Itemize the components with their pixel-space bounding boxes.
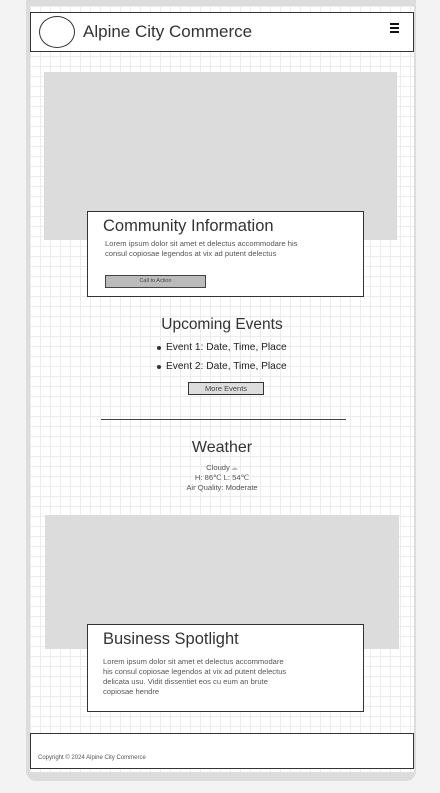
weather-temps: H: 86℃ L: 54℃ xyxy=(194,473,250,482)
event-item[interactable]: Event 1: Date, Time, Place xyxy=(156,342,287,361)
community-info-card: Community Information Lorem ipsum dolor … xyxy=(87,211,364,297)
community-info-text: Lorem ipsum dolor sit amet et delectus a… xyxy=(105,239,298,258)
copyright-text: Copyright © 2024 Alpine City Commerce xyxy=(38,755,146,761)
weather-condition-text: Cloudy xyxy=(206,463,230,472)
page-canvas: Alpine City Commerce Community Informati… xyxy=(30,6,414,772)
weather-title: Weather xyxy=(191,439,253,456)
event-list: Event 1: Date, Time, Place Event 2: Date… xyxy=(156,342,287,380)
section-divider xyxy=(101,419,346,420)
weather-air-quality: Air Quality: Moderate xyxy=(186,483,258,492)
site-title[interactable]: Alpine City Commerce xyxy=(83,22,252,42)
business-spotlight-card: Business Spotlight Lorem ipsum dolor sit… xyxy=(87,624,364,712)
events-title: Upcoming Events xyxy=(161,316,283,333)
hamburger-menu-icon[interactable] xyxy=(390,23,399,33)
site-header: Alpine City Commerce xyxy=(30,12,414,52)
call-to-action-button[interactable]: Call to Action xyxy=(105,275,206,288)
event-item[interactable]: Event 2: Date, Time, Place xyxy=(156,361,287,380)
community-info-title: Community Information xyxy=(103,217,274,235)
site-footer: Copyright © 2024 Alpine City Commerce xyxy=(30,733,414,769)
logo[interactable] xyxy=(39,16,75,48)
business-spotlight-title: Business Spotlight xyxy=(103,630,239,648)
business-spotlight-text: Lorem ipsum dolor sit amet et delectus a… xyxy=(103,657,287,696)
more-events-button[interactable]: More Events xyxy=(188,382,264,395)
